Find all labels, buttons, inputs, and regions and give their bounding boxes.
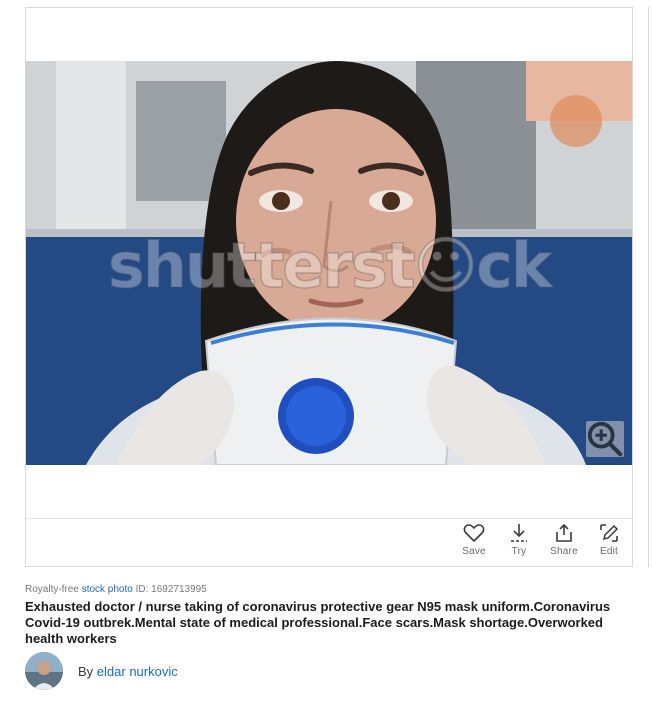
image-meta: Royalty-free stock photo ID: 1692713995 … (25, 584, 625, 647)
author-avatar-image (25, 652, 63, 690)
photo-illustration (26, 61, 632, 465)
image-title: Exhausted doctor / nurse taking of coron… (25, 599, 611, 646)
image-actions-bar: Save Try Share Edit (26, 518, 632, 566)
download-icon (511, 524, 527, 542)
avatar[interactable] (25, 652, 63, 690)
author-byline: By eldar nurkovic (78, 664, 178, 679)
share-label: Share (550, 546, 578, 557)
image-id: ID: 1692713995 (135, 584, 207, 595)
image-card: shutterst☺ck Save Try Share Edit (25, 7, 633, 567)
zoom-in-icon (587, 421, 623, 457)
edit-icon (600, 524, 619, 542)
next-card-edge (648, 7, 652, 567)
by-prefix: By (78, 663, 94, 679)
author-name-link[interactable]: eldar nurkovic (97, 664, 178, 679)
edit-button[interactable]: Edit (587, 523, 631, 557)
share-icon (556, 523, 572, 542)
edit-label: Edit (599, 546, 619, 557)
save-label: Save (462, 546, 486, 557)
zoom-button[interactable] (586, 421, 624, 457)
save-button[interactable]: Save (452, 523, 496, 557)
author-row: By eldar nurkovic (25, 652, 178, 690)
try-button[interactable]: Try (497, 523, 541, 557)
stock-photo[interactable]: shutterst☺ck (26, 61, 632, 465)
image-license-line: Royalty-free stock photo ID: 1692713995 (25, 584, 625, 595)
license-text: Royalty-free (25, 584, 79, 595)
try-label: Try (511, 546, 527, 557)
share-button[interactable]: Share (542, 523, 586, 557)
stock-photo-link[interactable]: stock photo (82, 584, 133, 595)
heart-icon (463, 524, 485, 542)
